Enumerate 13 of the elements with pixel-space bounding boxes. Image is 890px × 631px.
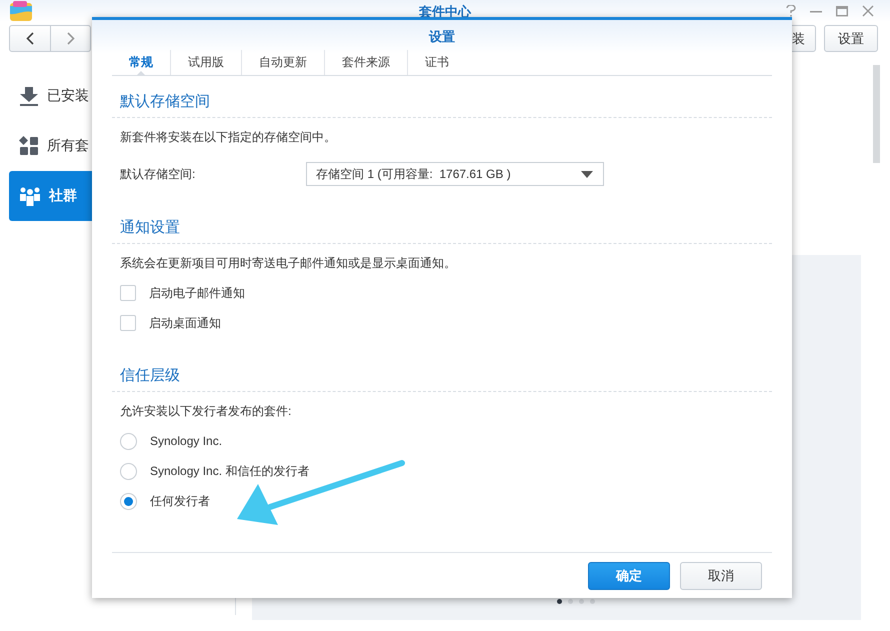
section-title: 通知设置 (112, 206, 772, 244)
section-description: 新套件将安装在以下指定的存储空间中。 (119, 129, 337, 146)
section-title: 信任层级 (112, 354, 772, 392)
radio-label: 任何发行者 (150, 492, 210, 510)
radio-label: Synology Inc. 和信任的发行者 (150, 462, 310, 480)
section-title: 默认存储空间 (112, 80, 772, 118)
section-description: 系统会在更新项目可用时寄送电子邮件通知或是显示桌面通知。 (119, 255, 457, 272)
dialog-title: 设置 (429, 28, 455, 46)
checkbox-label: 启动桌面通知 (149, 314, 221, 332)
field-label: 默认存储空间: (120, 166, 196, 182)
checkbox-label: 启动电子邮件通知 (149, 284, 245, 302)
section-description: 允许安装以下发行者发布的套件: (119, 403, 292, 420)
radio-label: Synology Inc. (150, 434, 222, 448)
